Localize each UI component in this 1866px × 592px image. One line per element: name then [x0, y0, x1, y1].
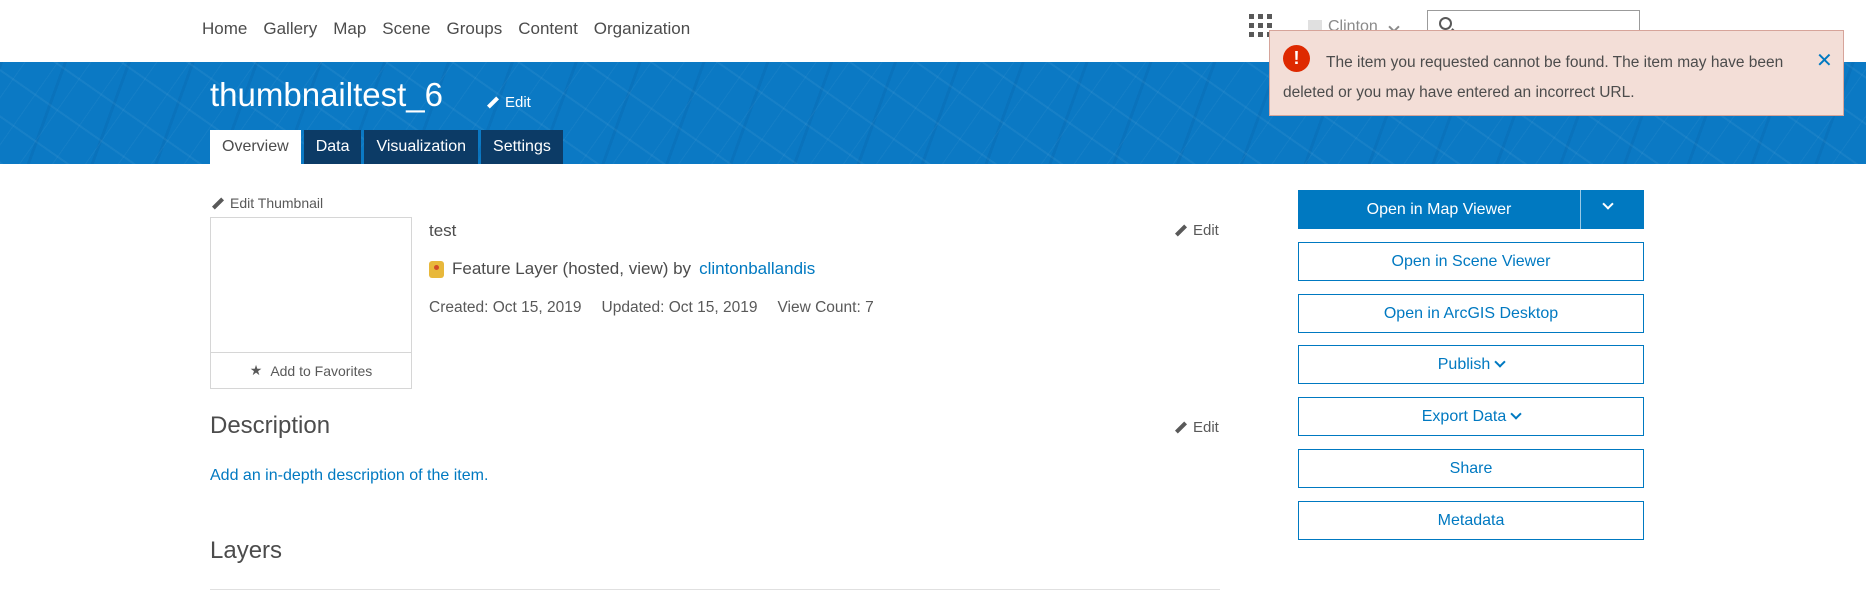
divider	[210, 589, 1220, 590]
nav-gallery[interactable]: Gallery	[263, 19, 317, 39]
nav-scene[interactable]: Scene	[382, 19, 430, 39]
pencil-icon	[486, 96, 499, 109]
item-type-text: Feature Layer (hosted, view) by	[452, 259, 692, 278]
export-data-button[interactable]: Export Data	[1298, 397, 1644, 436]
updated-date: Updated: Oct 15, 2019	[601, 299, 758, 316]
tab-visualization[interactable]: Visualization	[364, 130, 479, 164]
export-data-label: Export Data	[1421, 408, 1507, 425]
summary-edit-label: Edit	[1193, 222, 1219, 239]
chevron-down-icon	[1494, 356, 1506, 368]
nav-home[interactable]: Home	[202, 19, 247, 39]
open-in-map-viewer-group: Open in Map Viewer	[1298, 190, 1644, 229]
pencil-icon	[211, 197, 224, 210]
star-icon: ★	[249, 362, 263, 378]
publish-label: Publish	[1437, 356, 1491, 373]
view-count: View Count: 7	[777, 299, 874, 316]
title-edit-label: Edit	[505, 94, 531, 111]
alert-message: The item you requested cannot be found. …	[1283, 54, 1784, 101]
item-type-line: Feature Layer (hosted, view) by clintonb…	[429, 259, 815, 279]
add-description-link[interactable]: Add an in-depth description of the item.	[210, 467, 488, 485]
description-edit-label: Edit	[1193, 419, 1219, 436]
close-icon[interactable]: ✕	[1816, 48, 1833, 73]
summary-edit-button[interactable]: Edit	[1174, 222, 1219, 239]
tab-data[interactable]: Data	[303, 130, 362, 164]
nav-organization[interactable]: Organization	[594, 19, 690, 39]
search-icon	[1439, 17, 1452, 30]
item-summary: test	[429, 221, 457, 240]
nav-groups[interactable]: Groups	[447, 19, 503, 39]
error-alert: ! The item you requested cannot be found…	[1269, 30, 1844, 116]
share-button[interactable]: Share	[1298, 449, 1644, 488]
item-tabs: Overview Data Visualization Settings	[210, 130, 563, 164]
tab-overview[interactable]: Overview	[210, 130, 301, 164]
item-thumbnail: ★ Add to Favorites	[210, 217, 412, 389]
layers-heading: Layers	[210, 537, 283, 564]
feature-layer-icon	[429, 260, 444, 278]
main-nav-links: Home Gallery Map Scene Groups Content Or…	[202, 19, 706, 39]
button-divider	[1580, 190, 1581, 229]
open-in-arcgis-desktop-button[interactable]: Open in ArcGIS Desktop	[1298, 294, 1644, 333]
title-edit-button[interactable]: Edit	[486, 94, 531, 111]
map-viewer-options-dropdown[interactable]	[1598, 198, 1626, 220]
open-in-map-viewer-button[interactable]: Open in Map Viewer	[1298, 190, 1580, 229]
publish-button[interactable]: Publish	[1298, 345, 1644, 384]
page-title: thumbnailtest_6	[210, 76, 443, 113]
metadata-button[interactable]: Metadata	[1298, 501, 1644, 540]
open-in-scene-viewer-button[interactable]: Open in Scene Viewer	[1298, 242, 1644, 281]
description-heading: Description	[210, 412, 331, 439]
edit-thumbnail-button[interactable]: Edit Thumbnail	[211, 195, 323, 211]
tab-settings[interactable]: Settings	[481, 130, 563, 164]
add-to-favorites-label: Add to Favorites	[270, 362, 373, 379]
nav-map[interactable]: Map	[333, 19, 366, 39]
created-date: Created: Oct 15, 2019	[429, 299, 582, 316]
add-to-favorites-button[interactable]: ★ Add to Favorites	[211, 352, 411, 388]
edit-thumbnail-label: Edit Thumbnail	[230, 195, 324, 211]
nav-content[interactable]: Content	[518, 19, 578, 39]
pencil-icon	[1174, 224, 1187, 237]
item-metadata: Created: Oct 15, 2019 Updated: Oct 15, 2…	[429, 299, 874, 317]
description-edit-button[interactable]: Edit	[1174, 419, 1219, 436]
chevron-down-icon	[1510, 408, 1522, 420]
owner-link[interactable]: clintonballandis	[699, 259, 815, 279]
chevron-down-icon	[1602, 198, 1614, 210]
pencil-icon	[1174, 421, 1187, 434]
